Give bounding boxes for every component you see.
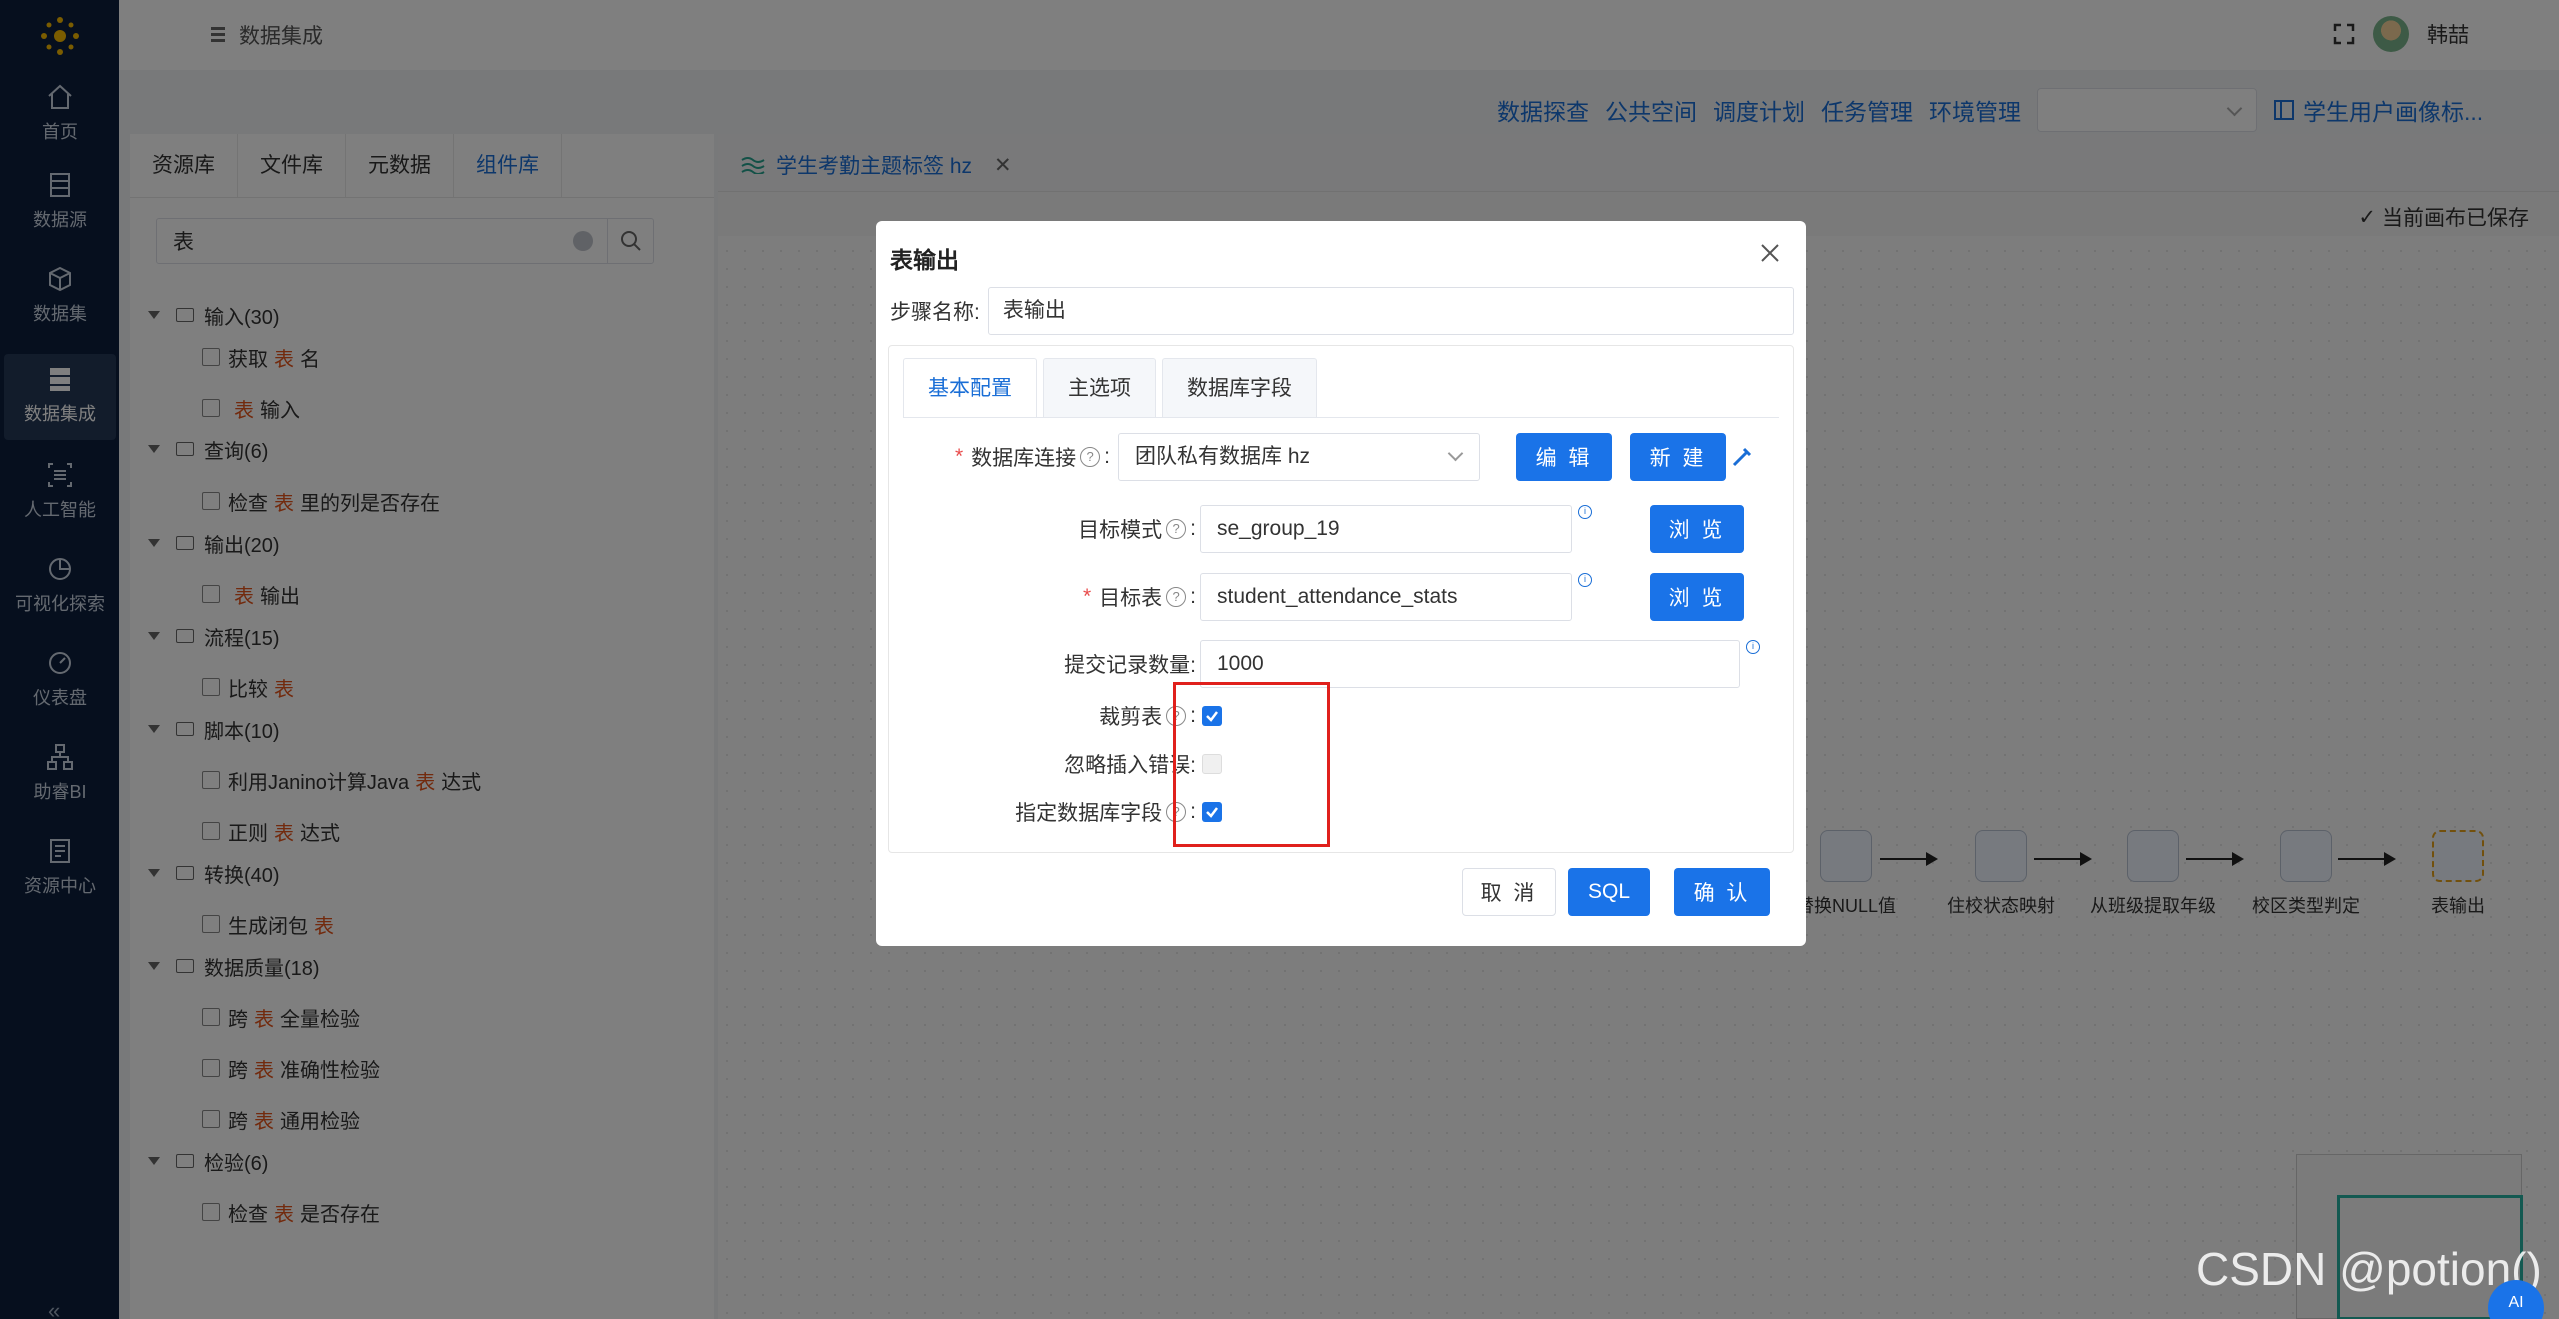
edit-button[interactable]: 编 辑 xyxy=(1516,433,1612,481)
wizard-icon[interactable] xyxy=(1730,445,1754,469)
commit-label: 提交记录数量: xyxy=(1064,654,1196,677)
ignore-errors-label: 忽略插入错误: xyxy=(1064,754,1196,777)
tab-main-options[interactable]: 主选项 xyxy=(1043,358,1156,418)
colon: : xyxy=(1190,585,1196,608)
cancel-button[interactable]: 取 消 xyxy=(1462,868,1556,916)
table-input[interactable]: student_attendance_stats xyxy=(1200,573,1572,621)
step-name-row: 步骤名称: 表输出 xyxy=(890,287,1794,335)
dialog-tabs: 基本配置 主选项 数据库字段 xyxy=(903,358,1317,418)
db-conn-label: * 数据库连接?: xyxy=(940,442,1110,472)
table-output-dialog: 表输出 步骤名称: 表输出 基本配置 主选项 数据库字段 * 数据库连接?: 团队… xyxy=(876,221,1806,946)
sql-button[interactable]: SQL xyxy=(1568,868,1650,916)
commit-field: 提交记录数量: 1000 i xyxy=(940,640,1760,688)
specify-fields-label-text: 指定数据库字段 xyxy=(1015,802,1163,825)
info-icon[interactable]: i xyxy=(1578,573,1592,587)
help-icon[interactable]: ? xyxy=(1080,447,1101,467)
required-mark: * xyxy=(954,445,964,468)
close-icon[interactable] xyxy=(1758,241,1782,265)
table-label: * 目标表?: xyxy=(940,582,1196,612)
table-field: * 目标表?: student_attendance_stats i 浏 览 xyxy=(940,573,1744,621)
tab-basic-config[interactable]: 基本配置 xyxy=(903,358,1037,418)
db-conn-field: * 数据库连接?: 团队私有数据库 hz 编 辑 新 建 xyxy=(940,433,1835,481)
info-icon[interactable]: i xyxy=(1578,505,1592,519)
colon: : xyxy=(1104,445,1110,468)
db-conn-label-text: 数据库连接 xyxy=(971,447,1077,470)
schema-input[interactable]: se_group_19 xyxy=(1200,505,1572,553)
tab-db-fields[interactable]: 数据库字段 xyxy=(1162,358,1317,418)
browse-table-button[interactable]: 浏 览 xyxy=(1650,573,1744,621)
dialog-title: 表输出 xyxy=(890,247,959,273)
specify-fields-label: 指定数据库字段?: xyxy=(940,797,1196,827)
help-icon[interactable]: ? xyxy=(1166,519,1187,539)
truncate-label-text: 裁剪表 xyxy=(1099,706,1163,729)
schema-field: 目标模式?: se_group_19 i 浏 览 xyxy=(940,505,1744,553)
step-name-input[interactable]: 表输出 xyxy=(987,287,1794,335)
truncate-label: 裁剪表?: xyxy=(940,701,1196,731)
confirm-button[interactable]: 确 认 xyxy=(1674,868,1770,916)
commit-size-input[interactable]: 1000 xyxy=(1200,640,1740,688)
step-name-label: 步骤名称: xyxy=(890,301,980,324)
help-icon[interactable]: ? xyxy=(1166,587,1187,607)
schema-label-text: 目标模式 xyxy=(1078,519,1163,542)
watermark: CSDN @potion() xyxy=(2196,1243,2542,1295)
browse-schema-button[interactable]: 浏 览 xyxy=(1650,505,1744,553)
required-mark: * xyxy=(1082,585,1092,608)
new-button[interactable]: 新 建 xyxy=(1630,433,1726,481)
schema-label: 目标模式?: xyxy=(940,514,1196,544)
annotation-highlight-box xyxy=(1173,682,1330,847)
tab-divider xyxy=(903,417,1779,418)
db-conn-select[interactable]: 团队私有数据库 hz xyxy=(1118,433,1480,481)
colon: : xyxy=(1190,517,1196,540)
table-label-text: 目标表 xyxy=(1099,587,1163,610)
info-icon[interactable]: i xyxy=(1746,640,1760,654)
